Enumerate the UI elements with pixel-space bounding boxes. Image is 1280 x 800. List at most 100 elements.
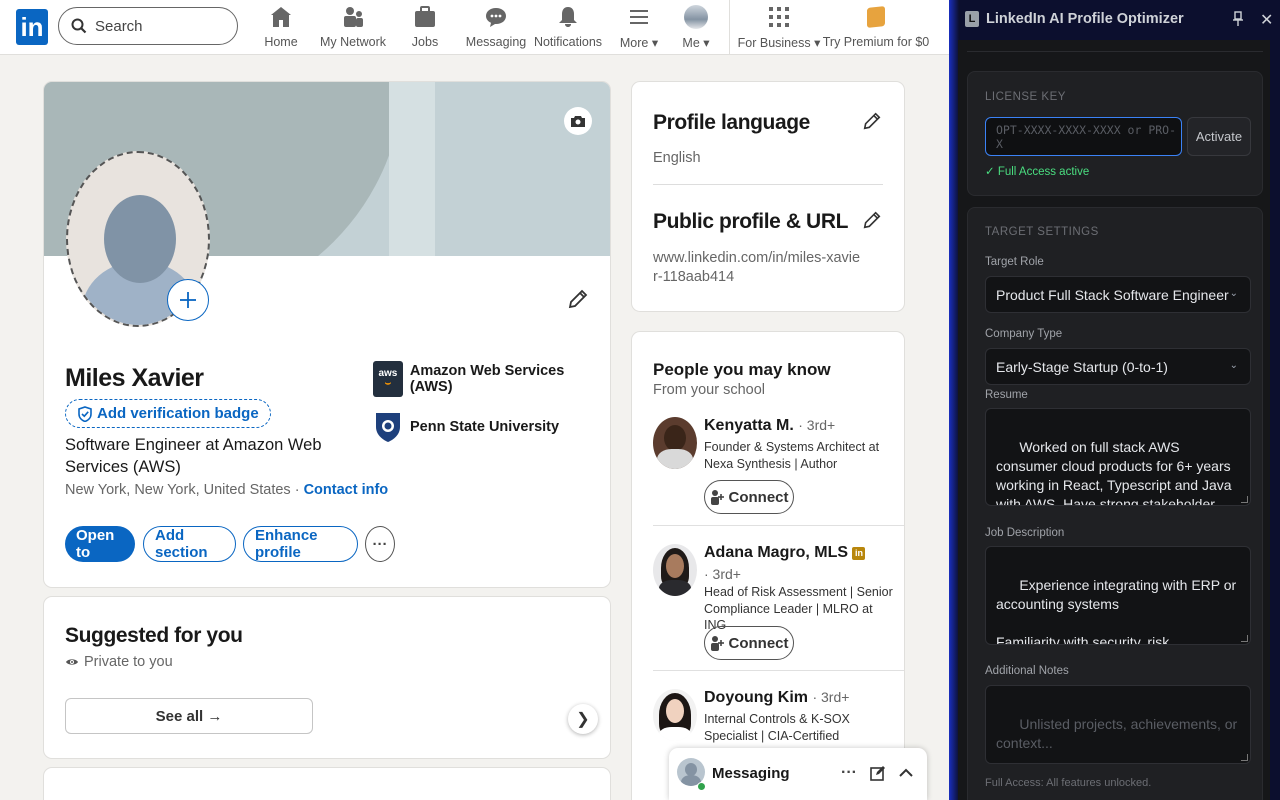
open-to-button[interactable]: Open to (65, 526, 135, 562)
nav-me[interactable]: Me ▾ (680, 3, 712, 53)
suggested-card: Suggested for you Private to you See all… (43, 596, 611, 759)
access-footer-note: Full Access: All features unlocked. (985, 777, 1152, 789)
expand-messaging-button[interactable] (898, 765, 914, 786)
compose-message-button[interactable] (870, 765, 886, 786)
see-all-button[interactable]: See all → (65, 698, 313, 734)
briefcase-icon (415, 6, 435, 27)
nav-try-premium-label: Try Premium for $0 (822, 35, 930, 49)
job-description-textarea[interactable]: Experience integrating with ERP or accou… (985, 546, 1251, 645)
license-key-input[interactable]: OPT-XXXX-XXXX-XXXX or PRO-X (985, 117, 1182, 156)
connect-button[interactable]: Connect (704, 480, 794, 514)
nav-me-label: Me (682, 36, 700, 50)
shield-check-icon (78, 405, 92, 422)
contact-info-link[interactable]: Contact info (304, 482, 389, 498)
more-options-icon[interactable]: ··· (841, 764, 857, 782)
additional-notes-label: Additional Notes (985, 665, 1069, 677)
chevron-down-icon: ▾ (703, 36, 710, 50)
person-name-text: Kenyatta M. (704, 417, 794, 434)
suggested-title: Suggested for you (65, 624, 243, 647)
org-aws[interactable]: aws ⌣ Amazon Web Services (AWS) (373, 361, 610, 397)
job-description-label: Job Description (985, 527, 1065, 539)
org-penn-state[interactable]: Penn State University (373, 409, 559, 445)
search-placeholder: Search (95, 17, 143, 35)
person-headline: Founder & Systems Architect at Nexa Synt… (704, 440, 880, 471)
nav-try-premium[interactable]: Try Premium for $0 (823, 3, 929, 53)
additional-notes-textarea[interactable]: Unlisted projects, achievements, or cont… (985, 685, 1251, 764)
target-role-select[interactable]: Product Full Stack Software Engineer ⌄ (985, 276, 1251, 313)
profile-headline: Software Engineer at Amazon Web Services… (65, 436, 322, 476)
resize-handle[interactable] (1241, 754, 1248, 761)
resume-label: Resume (985, 389, 1028, 401)
person-photo[interactable] (653, 689, 697, 741)
compose-icon (870, 766, 885, 781)
person-name[interactable]: Kenyatta M. · 3rd+ (704, 417, 835, 435)
public-url-title: Public profile & URL (653, 210, 849, 233)
nav-notifications[interactable]: Notifications (534, 3, 602, 53)
company-type-select[interactable]: Early-Stage Startup (0-to-1) ⌄ (985, 348, 1251, 385)
enhance-profile-button[interactable]: Enhance profile (243, 526, 358, 562)
person-photo[interactable] (653, 544, 697, 596)
avatar-icon (684, 5, 708, 29)
resume-text: Worked on full stack AWS consumer cloud … (996, 439, 1232, 506)
top-navigation: in Search Home My Network Jobs Messaging… (0, 0, 949, 55)
nav-messaging[interactable]: Messaging (466, 3, 526, 53)
connect-label: Connect (728, 634, 789, 652)
penn-state-logo-icon (373, 409, 403, 445)
close-panel-button[interactable]: ✕ (1260, 10, 1273, 30)
nav-divider (729, 0, 730, 55)
nav-more-label: More (619, 36, 649, 50)
chevron-down-icon: ▾ (814, 36, 821, 50)
linkedin-premium-icon: in (852, 547, 866, 560)
pencil-icon (568, 289, 588, 309)
profile-name: Miles Xavier (65, 364, 204, 392)
company-type-value: Early-Stage Startup (0-to-1) (996, 358, 1168, 375)
add-photo-button[interactable] (167, 279, 209, 321)
premium-icon (867, 6, 885, 28)
divider (653, 184, 883, 185)
nav-for-business-label: For Business (737, 36, 811, 50)
resize-handle[interactable] (1241, 635, 1248, 642)
pin-button[interactable] (1232, 11, 1244, 32)
nav-jobs[interactable]: Jobs (410, 3, 440, 53)
edit-cover-button[interactable] (564, 107, 592, 135)
person-name[interactable]: Adana Magro, MLS in (704, 544, 866, 562)
add-verification-badge-button[interactable]: Add verification badge (65, 399, 271, 428)
activate-button[interactable]: Activate (1187, 117, 1251, 156)
job-description-text: Experience integrating with ERP or accou… (996, 577, 1237, 645)
nav-my-network[interactable]: My Network (320, 3, 386, 53)
target-settings-heading: TARGET SETTINGS (985, 226, 1099, 238)
target-role-value: Product Full Stack Software Engineer (996, 286, 1229, 303)
extension-side-panel: L LinkedIn AI Profile Optimizer ✕ LICENS… (949, 0, 1280, 800)
profile-card: Miles Xavier Add verification badge Soft… (43, 81, 611, 588)
edit-intro-button[interactable] (567, 288, 589, 315)
nav-my-network-label: My Network (320, 35, 386, 49)
add-section-button[interactable]: Add section (143, 526, 236, 562)
edit-language-button[interactable] (862, 111, 882, 136)
resize-handle[interactable] (1241, 496, 1248, 503)
more-actions-button[interactable]: ··· (365, 526, 395, 562)
person-name-text: Adana Magro, MLS (704, 544, 849, 561)
resume-textarea[interactable]: Worked on full stack AWS consumer cloud … (985, 408, 1251, 506)
connect-button[interactable]: Connect (704, 626, 794, 660)
search-icon (71, 18, 87, 34)
search-input[interactable]: Search (58, 7, 238, 45)
nav-home-label: Home (264, 35, 298, 49)
person-name[interactable]: Doyoung Kim · 3rd+ (704, 689, 849, 707)
nav-more[interactable]: More ▾ (618, 3, 660, 53)
nav-home[interactable]: Home (264, 3, 298, 53)
target-role-label: Target Role (985, 256, 1044, 268)
person-photo[interactable] (653, 417, 697, 469)
person-card[interactable]: Kenyatta M. · 3rd+ Founder & Systems Arc… (653, 417, 904, 527)
person-name-text: Doyoung Kim (704, 689, 808, 706)
public-url-value: www.linkedin.com/in/miles-xavier-118aab4… (653, 250, 861, 285)
company-type-label: Company Type (985, 328, 1063, 340)
carousel-next-button[interactable]: ❯ (568, 704, 598, 734)
messaging-bar[interactable]: Messaging ··· (669, 748, 927, 800)
person-card[interactable]: Adana Magro, MLS in · 3rd+ Head of Risk … (653, 544, 904, 664)
org-aws-name: Amazon Web Services (AWS) (409, 363, 565, 395)
linkedin-logo-icon[interactable]: in (16, 9, 48, 45)
edit-url-button[interactable] (862, 210, 882, 235)
close-icon: ✕ (1260, 12, 1274, 29)
pymk-subtitle: From your school (653, 382, 766, 398)
nav-for-business[interactable]: For Business ▾ (737, 3, 821, 53)
